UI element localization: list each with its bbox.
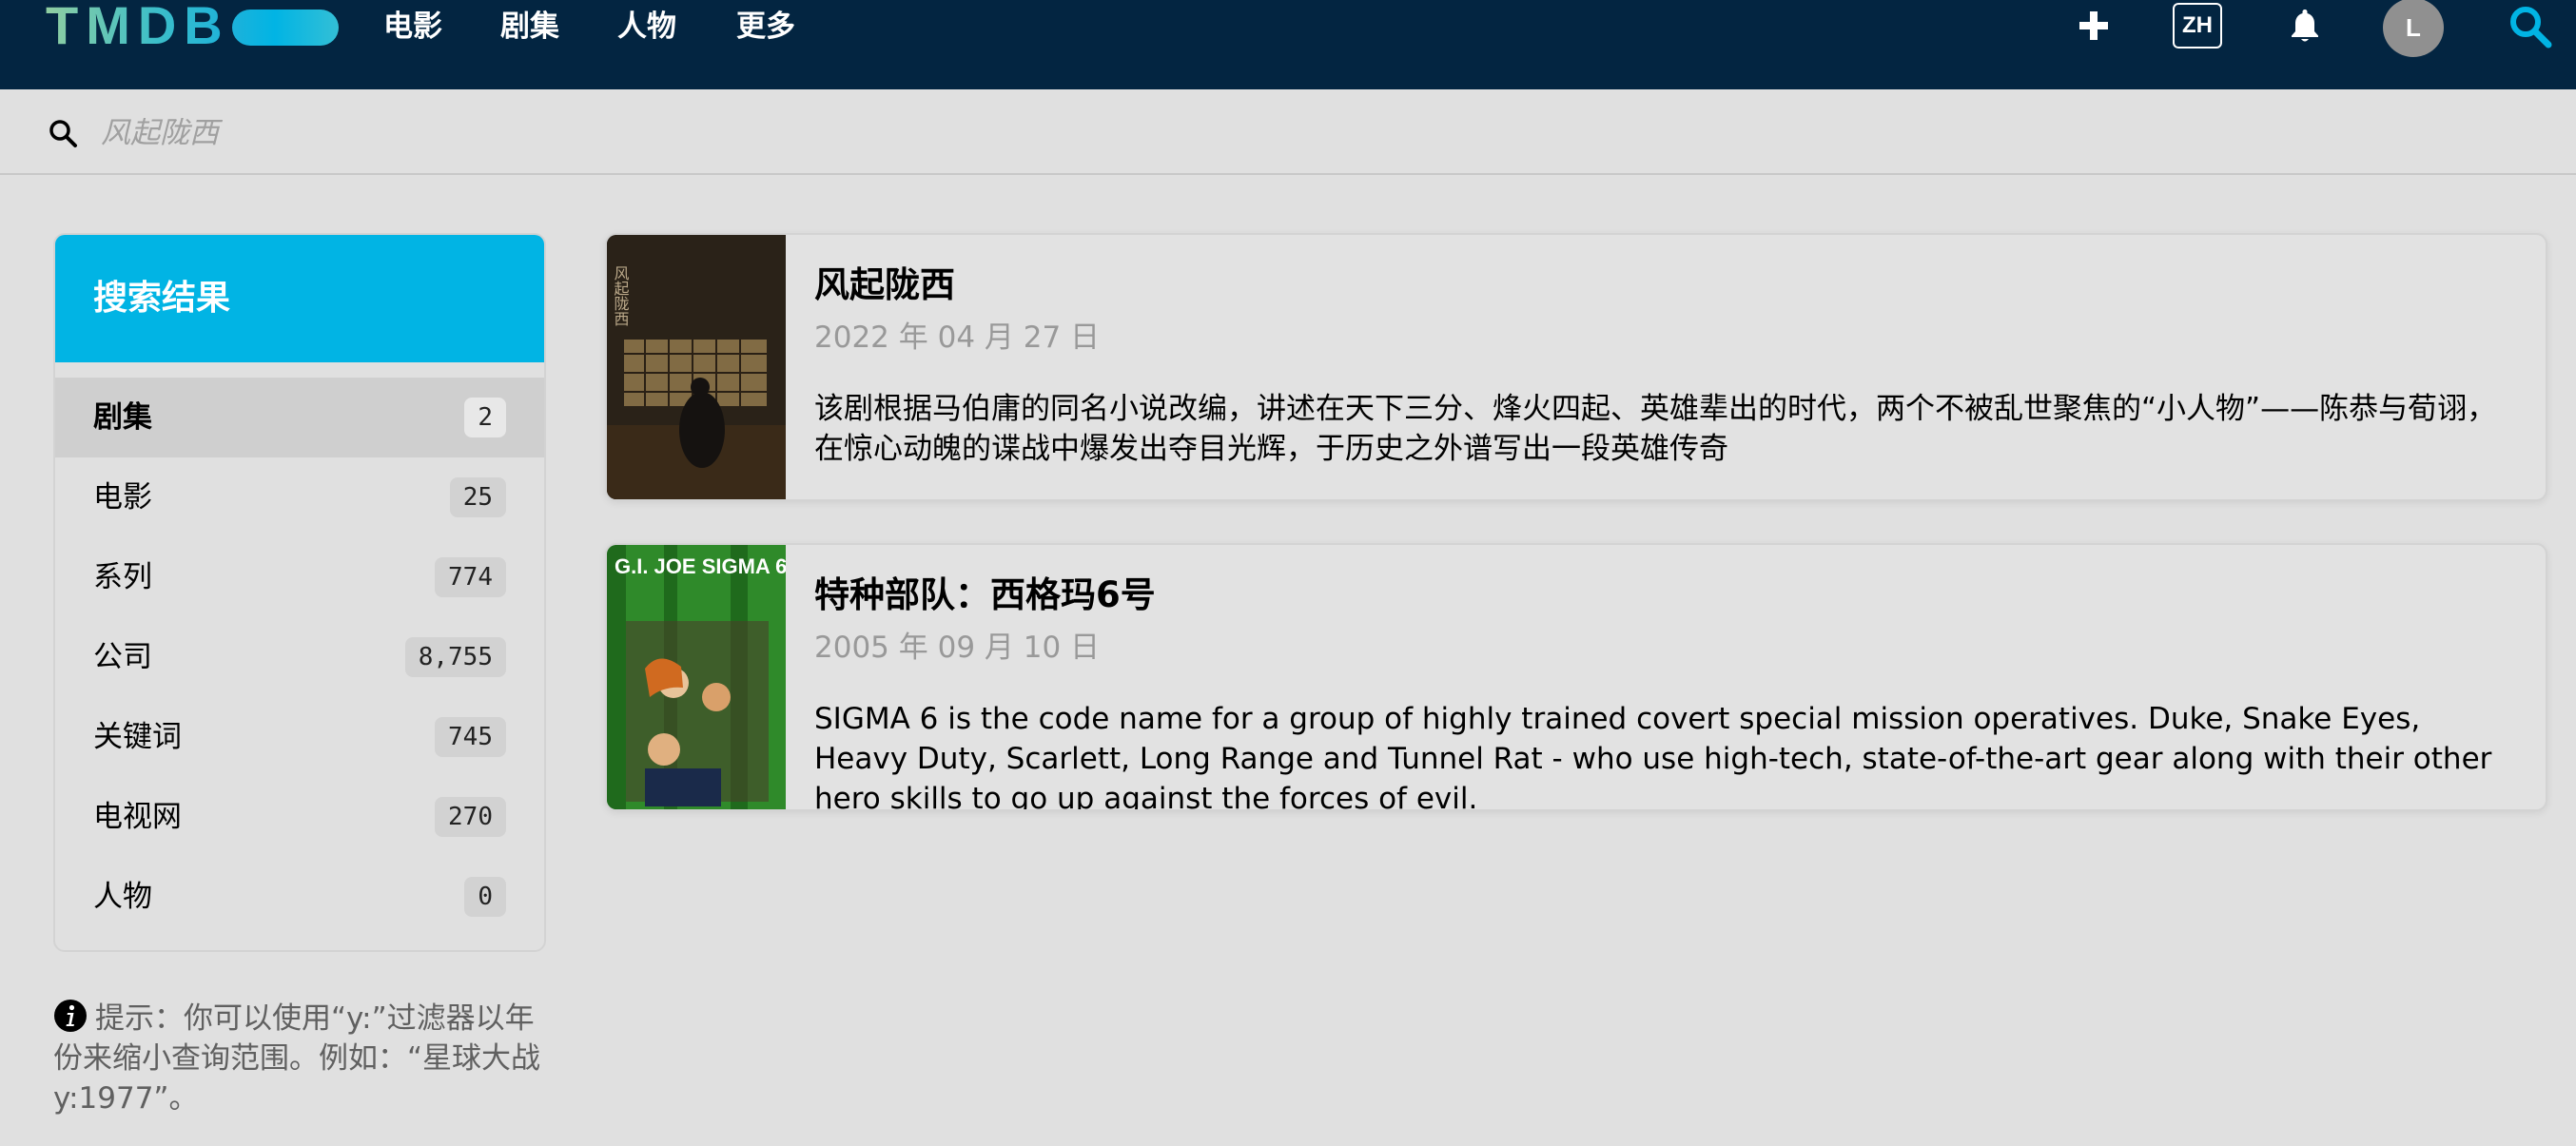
- tmdb-logo[interactable]: TMDB: [46, 0, 230, 59]
- nav-link-more[interactable]: 更多: [736, 6, 795, 48]
- poster-image[interactable]: G.I. JOE SIGMA 6: [607, 545, 786, 809]
- sidebar-item-label: 剧集: [93, 400, 152, 435]
- search-tip: 提示：你可以使用“y:”过滤器以年份来缩小查询范围。例如：“星球大战 y:197…: [53, 999, 557, 1118]
- sidebar-item-tv[interactable]: 剧集 2: [55, 378, 544, 457]
- result-card: G.I. JOE SIGMA 6 特种部队：西格玛6号 2005 年 09 月 …: [605, 543, 2547, 811]
- result-title[interactable]: 风起陇西: [814, 256, 955, 307]
- count-badge: 774: [435, 557, 506, 597]
- count-badge: 745: [435, 717, 506, 757]
- sidebar-item-collections[interactable]: 系列 774: [55, 537, 544, 617]
- count-badge: 8,755: [404, 637, 506, 677]
- top-navbar: TMDB 电影 剧集 人物 更多 ZH L: [0, 0, 2576, 89]
- tip-text: 提示：你可以使用“y:”过滤器以年份来缩小查询范围。例如：“星球大战 y:197…: [53, 1001, 541, 1116]
- sidebar-item-networks[interactable]: 电视网 270: [55, 777, 544, 857]
- info-icon: [54, 1000, 87, 1032]
- bell-icon[interactable]: [2289, 8, 2321, 44]
- sidebar-item-label: 关键词: [93, 720, 182, 754]
- result-date: 2005 年 09 月 10 日: [814, 631, 1101, 665]
- sidebar-list: 剧集 2 电影 25 系列 774 公司 8,755 关键词 745 电视网 2…: [55, 362, 544, 937]
- search-results-sidebar: 搜索结果 剧集 2 电影 25 系列 774 公司 8,755 关键词 745 …: [53, 233, 546, 952]
- tmdb-logo-pill[interactable]: [232, 10, 339, 46]
- result-overview: 该剧根据马伯庸的同名小说改编，讲述在天下三分、烽火四起、英雄辈出的时代，两个不被…: [814, 392, 2497, 466]
- poster-title-text: 风起陇西: [612, 265, 630, 326]
- user-avatar[interactable]: L: [2383, 0, 2444, 57]
- nav-link-movies[interactable]: 电影: [383, 6, 442, 48]
- count-badge: 2: [464, 398, 506, 437]
- poster-image[interactable]: 风起陇西: [607, 235, 786, 499]
- sidebar-item-label: 系列: [93, 560, 152, 594]
- count-badge: 270: [435, 797, 506, 837]
- search-icon: [49, 120, 77, 147]
- search-bar: [0, 89, 2576, 175]
- sidebar-title: 搜索结果: [55, 235, 544, 362]
- plus-icon[interactable]: [2078, 10, 2110, 42]
- sidebar-item-people[interactable]: 人物 0: [55, 857, 544, 937]
- count-badge: 0: [464, 877, 506, 917]
- search-input[interactable]: [99, 108, 2481, 158]
- search-icon[interactable]: [2508, 4, 2553, 49]
- language-selector[interactable]: ZH: [2173, 3, 2222, 49]
- result-card: 风起陇西 风起陇西 2022 年 04 月 27 日 该剧根据马伯庸的同名小说改…: [605, 233, 2547, 501]
- sidebar-item-label: 电视网: [93, 800, 182, 834]
- result-overview: SIGMA 6 is the code name for a group of …: [814, 702, 2492, 811]
- sidebar-item-keywords[interactable]: 关键词 745: [55, 697, 544, 777]
- nav-link-tv[interactable]: 剧集: [500, 6, 559, 48]
- poster-title-text: G.I. JOE SIGMA 6: [615, 554, 786, 578]
- nav-link-people[interactable]: 人物: [617, 6, 676, 48]
- sidebar-item-label: 电影: [93, 480, 152, 515]
- count-badge: 25: [449, 477, 506, 517]
- sidebar-item-companies[interactable]: 公司 8,755: [55, 617, 544, 697]
- sidebar-item-label: 公司: [93, 640, 152, 674]
- sidebar-item-movies[interactable]: 电影 25: [55, 457, 544, 537]
- sidebar-item-label: 人物: [93, 880, 152, 914]
- result-date: 2022 年 04 月 27 日: [814, 320, 1101, 355]
- result-title[interactable]: 特种部队：西格玛6号: [814, 566, 1156, 617]
